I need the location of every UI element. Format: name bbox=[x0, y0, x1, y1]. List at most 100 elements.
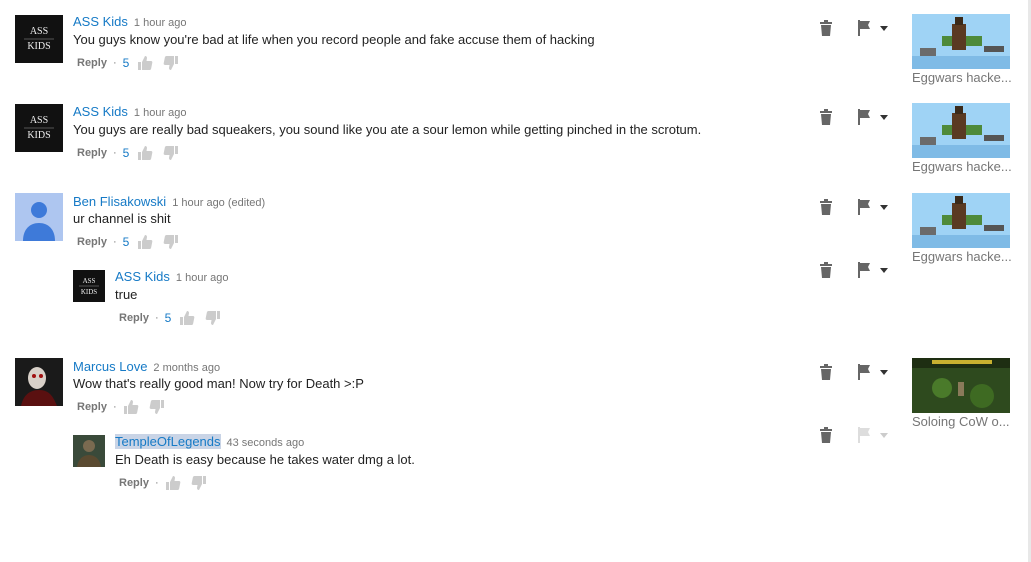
comment-text: You guys are really bad squeakers, you s… bbox=[73, 122, 702, 137]
user-photo bbox=[73, 435, 105, 467]
chevron-down-icon bbox=[880, 205, 888, 210]
comment-time[interactable]: 1 hour ago bbox=[176, 272, 229, 284]
flag-icon bbox=[858, 109, 870, 125]
like-count: 5 bbox=[122, 235, 130, 249]
reply-button[interactable]: Reply bbox=[119, 477, 149, 489]
trash-icon[interactable] bbox=[819, 364, 833, 380]
flag-icon bbox=[858, 20, 870, 36]
flag-icon bbox=[858, 364, 870, 380]
avatar[interactable]: ASS KIDS bbox=[15, 15, 63, 63]
chevron-down-icon bbox=[880, 26, 888, 31]
flag-icon bbox=[858, 262, 870, 278]
flag-menu-button[interactable] bbox=[857, 199, 889, 215]
thumbs-up-icon[interactable] bbox=[137, 145, 153, 161]
thumbs-down-icon[interactable] bbox=[191, 475, 207, 491]
ass-kids-logo: ASS KIDS bbox=[15, 104, 63, 152]
comment-time[interactable]: 2 months ago bbox=[153, 362, 220, 374]
video-thumbnail[interactable] bbox=[912, 103, 1010, 158]
comment-text: Wow that's really good man! Now try for … bbox=[73, 376, 364, 391]
comment-author[interactable]: ASS Kids bbox=[73, 14, 128, 29]
chevron-down-icon bbox=[880, 268, 888, 273]
user-photo bbox=[15, 358, 63, 406]
svg-text:ASS: ASS bbox=[83, 277, 96, 285]
flag-menu-button[interactable] bbox=[857, 109, 889, 125]
flag-menu-button[interactable] bbox=[857, 20, 889, 36]
thumbs-up-icon[interactable] bbox=[137, 55, 153, 71]
game-thumbnail bbox=[912, 358, 1010, 413]
comment-text: Eh Death is easy because he takes water … bbox=[115, 452, 415, 467]
comment-time[interactable]: 1 hour ago bbox=[134, 17, 187, 29]
like-count: 5 bbox=[122, 146, 130, 160]
separator-dot: · bbox=[112, 236, 117, 248]
thumbs-up-icon[interactable] bbox=[137, 234, 153, 250]
separator-dot: · bbox=[154, 477, 159, 489]
comment-author[interactable]: ASS Kids bbox=[73, 104, 128, 119]
like-count: 5 bbox=[164, 311, 172, 325]
video-thumbnail[interactable] bbox=[912, 193, 1010, 248]
separator-dot: · bbox=[112, 401, 117, 413]
svg-text:KIDS: KIDS bbox=[27, 130, 50, 141]
reply-button[interactable]: Reply bbox=[77, 147, 107, 159]
default-user-icon bbox=[15, 193, 63, 241]
chevron-down-icon bbox=[880, 115, 888, 120]
flag-menu-button[interactable] bbox=[857, 364, 889, 380]
thumbs-up-icon[interactable] bbox=[123, 399, 139, 415]
minecraft-thumbnail bbox=[912, 14, 1010, 69]
video-thumbnail[interactable] bbox=[912, 14, 1010, 69]
thumbs-up-icon[interactable] bbox=[179, 310, 195, 326]
comment-author[interactable]: ASS Kids bbox=[115, 269, 170, 284]
thumbs-up-icon[interactable] bbox=[165, 475, 181, 491]
reply-button[interactable]: Reply bbox=[77, 236, 107, 248]
thumbs-down-icon[interactable] bbox=[205, 310, 221, 326]
trash-icon[interactable] bbox=[819, 199, 833, 215]
separator-dot: · bbox=[112, 57, 117, 69]
minecraft-thumbnail bbox=[912, 193, 1010, 248]
avatar[interactable] bbox=[15, 193, 63, 241]
comment-author[interactable]: Ben Flisakowski bbox=[73, 194, 166, 209]
comment-time[interactable]: 43 seconds ago bbox=[227, 437, 305, 449]
avatar[interactable] bbox=[15, 358, 63, 406]
avatar[interactable]: ASS KIDS bbox=[15, 104, 63, 152]
svg-text:ASS: ASS bbox=[30, 115, 48, 126]
ass-kids-logo: ASS KIDS bbox=[73, 270, 105, 302]
comment-text: true bbox=[115, 287, 138, 302]
video-title[interactable]: Eggwars hacke... bbox=[912, 70, 1012, 85]
reply-button[interactable]: Reply bbox=[119, 312, 149, 324]
avatar[interactable]: ASS KIDS bbox=[73, 270, 105, 302]
thumbs-down-icon[interactable] bbox=[163, 55, 179, 71]
separator-dot: · bbox=[112, 147, 117, 159]
comment-text: ur channel is shit bbox=[73, 211, 171, 226]
video-title[interactable]: Eggwars hacke... bbox=[912, 159, 1012, 174]
minecraft-thumbnail bbox=[912, 103, 1010, 158]
comment-time[interactable]: 1 hour ago bbox=[134, 107, 187, 119]
video-title[interactable]: Eggwars hacke... bbox=[912, 249, 1012, 264]
separator-dot: · bbox=[154, 312, 159, 324]
svg-text:ASS: ASS bbox=[30, 26, 48, 37]
comment-author[interactable]: TempleOfLegends bbox=[115, 434, 221, 449]
flag-icon bbox=[858, 427, 870, 443]
chevron-down-icon bbox=[880, 433, 888, 438]
trash-icon[interactable] bbox=[819, 20, 833, 36]
trash-icon[interactable] bbox=[819, 427, 833, 443]
flag-menu-button[interactable] bbox=[857, 427, 889, 443]
trash-icon[interactable] bbox=[819, 262, 833, 278]
comment-time[interactable]: 1 hour ago (edited) bbox=[172, 197, 265, 209]
thumbs-down-icon[interactable] bbox=[163, 234, 179, 250]
svg-text:KIDS: KIDS bbox=[81, 288, 97, 296]
reply-button[interactable]: Reply bbox=[77, 401, 107, 413]
flag-menu-button[interactable] bbox=[857, 262, 889, 278]
avatar[interactable] bbox=[73, 435, 105, 467]
chevron-down-icon bbox=[880, 370, 888, 375]
svg-text:KIDS: KIDS bbox=[27, 41, 50, 52]
flag-icon bbox=[858, 199, 870, 215]
comment-text: You guys know you're bad at life when yo… bbox=[73, 32, 595, 47]
ass-kids-logo: ASS KIDS bbox=[15, 15, 63, 63]
video-thumbnail[interactable] bbox=[912, 358, 1010, 413]
thumbs-down-icon[interactable] bbox=[149, 399, 165, 415]
thumbs-down-icon[interactable] bbox=[163, 145, 179, 161]
video-title[interactable]: Soloing CoW o... bbox=[912, 414, 1012, 429]
comment-author[interactable]: Marcus Love bbox=[73, 359, 147, 374]
trash-icon[interactable] bbox=[819, 109, 833, 125]
like-count: 5 bbox=[122, 56, 130, 70]
reply-button[interactable]: Reply bbox=[77, 57, 107, 69]
